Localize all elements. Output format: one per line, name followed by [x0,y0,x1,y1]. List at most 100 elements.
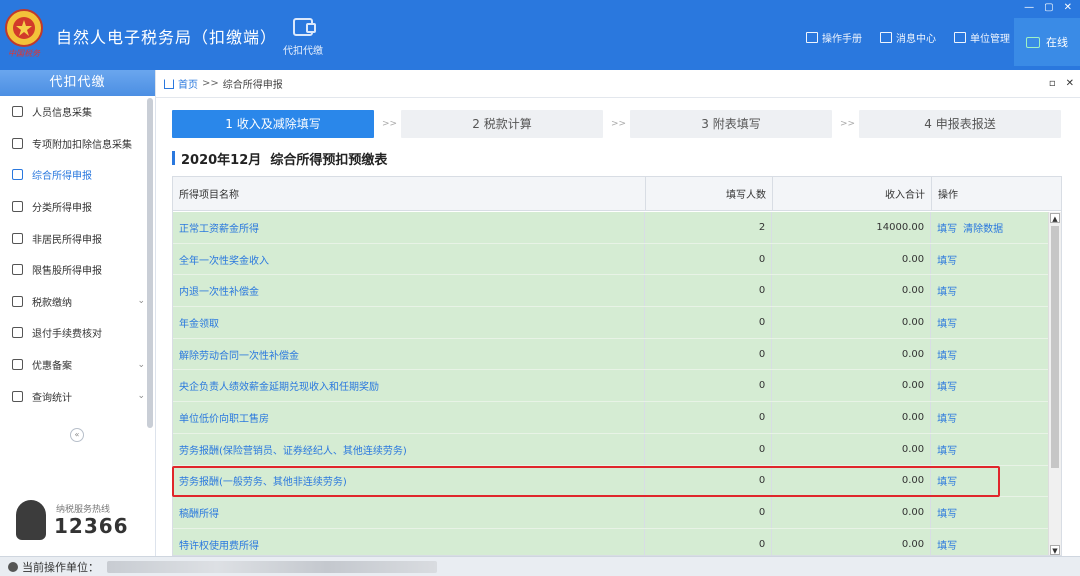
sidebar-item[interactable]: 人员信息采集 [0,96,155,128]
table-row: 内退一次性补偿金 0 0.00 填写 [173,275,1049,308]
col-header-item-name: 所得项目名称 [173,177,646,210]
income-item-name[interactable]: 稿酬所得 [173,497,646,528]
table-row: 央企负责人绩效薪金延期兑现收入和任期奖励 0 0.00 填写 [173,370,1049,403]
table-scrollbar[interactable]: ▲ ▼ [1048,212,1061,555]
income-item-name[interactable]: 劳务报酬(保险营销员、证券经纪人、其他连续劳务) [173,433,646,465]
fill-in-link[interactable]: 填写 [937,537,957,552]
fill-in-link[interactable]: 填写 [937,442,957,457]
income-total: 14000.00 [772,212,932,243]
title-accent-bar [172,151,175,165]
maximize-icon[interactable]: ▢ [1044,2,1053,13]
row-actions: 填写 [931,307,1049,338]
mail-icon [880,32,892,43]
sidebar-item[interactable]: 分类所得申报 [0,191,155,223]
unit-management-link[interactable]: 单位管理 [954,30,1010,45]
income-item-name[interactable]: 央企负责人绩效薪金延期兑现收入和任期奖励 [173,370,646,402]
manual-label: 操作手册 [822,34,862,45]
sidebar-item[interactable]: 专项附加扣除信息采集 [0,128,155,160]
income-total: 0.00 [772,528,932,555]
sidebar-scrollbar[interactable] [147,98,153,428]
income-item-name[interactable]: 单位低价向职工售房 [173,402,646,433]
row-actions: 填写 [931,275,1049,306]
manual-link[interactable]: 操作手册 [806,30,862,45]
sidebar-item-label: 税款缴纳 [32,297,72,309]
table-row: 全年一次性奖金收入 0 0.00 填写 [173,243,1049,276]
fill-in-link[interactable]: 填写 [937,283,957,298]
module-label: 代扣代缴 [283,46,323,57]
filler-count: 0 [645,528,773,555]
income-item-name[interactable]: 正常工资薪金所得 [173,212,646,243]
unit-management-label: 单位管理 [970,34,1010,45]
fill-in-link[interactable]: 填写 [937,252,957,267]
breadcrumb: 首页 >> 综合所得申报 ▫ ✕ [156,70,1080,98]
filler-count: 0 [645,338,773,370]
online-status[interactable]: 在线 [1014,18,1080,66]
step-separator: >> [382,119,398,129]
folder-icon [12,295,23,307]
headset-icon [16,500,46,540]
step-1[interactable]: 1 收入及减除填写 [172,110,374,138]
sidebar-item[interactable]: 退付手续费核对 [0,317,155,349]
building-icon [954,32,966,43]
income-item-name[interactable]: 解除劳动合同一次性补偿金 [173,338,646,370]
sidebar-item[interactable]: 税款缴纳 ⌄ [0,286,155,318]
col-header-actions: 操作 [938,190,958,201]
sidebar-item-label: 人员信息采集 [32,108,92,120]
income-item-name[interactable]: 劳务报酬(一般劳务、其他非连续劳务) [173,465,646,497]
breadcrumb-home[interactable]: 首页 [178,76,198,91]
fill-in-link[interactable]: 填写 [937,315,957,330]
collapse-sidebar-icon[interactable]: « [70,428,84,442]
sidebar-item-label: 非居民所得申报 [32,234,102,246]
row-actions: 填写 [931,244,1049,275]
minimize-icon[interactable]: — [1024,2,1034,13]
sidebar-item[interactable]: 优惠备案 ⌄ [0,349,155,381]
sidebar-item[interactable]: 查询统计 ⌄ [0,380,155,412]
panel-close-icon[interactable]: ✕ [1066,78,1074,89]
income-total: 0.00 [772,338,932,370]
fill-in-link[interactable]: 填写 [937,378,957,393]
fill-in-link[interactable]: 填写 [937,410,957,425]
module-withholding-button[interactable]: 代扣代缴 [276,14,330,64]
hotline-number: 12366 [54,514,129,538]
fill-in-link[interactable]: 填写 [937,473,957,488]
clear-data-link[interactable]: 清除数据 [963,220,1003,235]
fill-in-link[interactable]: 填写 [937,220,957,235]
income-item-name[interactable]: 全年一次性奖金收入 [173,243,646,275]
scroll-up-icon[interactable]: ▲ [1050,213,1060,223]
income-item-name[interactable]: 特许权使用费所得 [173,528,646,555]
sidebar-item[interactable]: 综合所得申报 [0,159,155,191]
close-icon[interactable]: ✕ [1064,2,1072,13]
fill-in-link[interactable]: 填写 [937,347,957,362]
income-item-name[interactable]: 年金领取 [173,307,646,338]
sidebar-item-label: 限售股所得申报 [32,266,102,278]
step-3[interactable]: 3 附表填写 [630,110,832,138]
search-list-icon [12,390,23,402]
filler-count: 0 [645,275,773,307]
sidebar-item[interactable]: 非居民所得申报 [0,222,155,254]
message-center-link[interactable]: 消息中心 [880,30,936,45]
sidebar-item-label: 综合所得申报 [32,171,92,183]
sidebar-item-label: 优惠备案 [32,361,72,373]
sidebar-item[interactable]: 限售股所得申报 [0,254,155,286]
row-actions: 填写 [931,434,1049,465]
step-2[interactable]: 2 税款计算 [401,110,603,138]
person-outline-icon [12,232,23,244]
table-row: 稿酬所得 0 0.00 填写 [173,497,1049,529]
fill-in-link[interactable]: 填写 [937,505,957,520]
income-item-name[interactable]: 内退一次性补偿金 [173,275,646,307]
filler-count: 0 [645,307,773,338]
step-4[interactable]: 4 申报表报送 [859,110,1061,138]
income-total: 0.00 [772,275,932,307]
user-icon [8,561,18,572]
bar-chart-icon [12,264,23,276]
filler-count: 0 [645,433,773,465]
logo-text: 中国税务 [8,49,40,58]
scroll-thumb[interactable] [1051,226,1059,468]
file-icon [12,359,23,371]
panel-restore-icon[interactable]: ▫ [1049,78,1056,89]
table-title-text: 2020年12月 综合所得预扣预缴表 [181,152,388,168]
message-center-label: 消息中心 [896,34,936,45]
scroll-down-icon[interactable]: ▼ [1050,545,1060,555]
table-row: 解除劳动合同一次性补偿金 0 0.00 填写 [173,338,1049,371]
step-separator: >> [840,119,856,129]
